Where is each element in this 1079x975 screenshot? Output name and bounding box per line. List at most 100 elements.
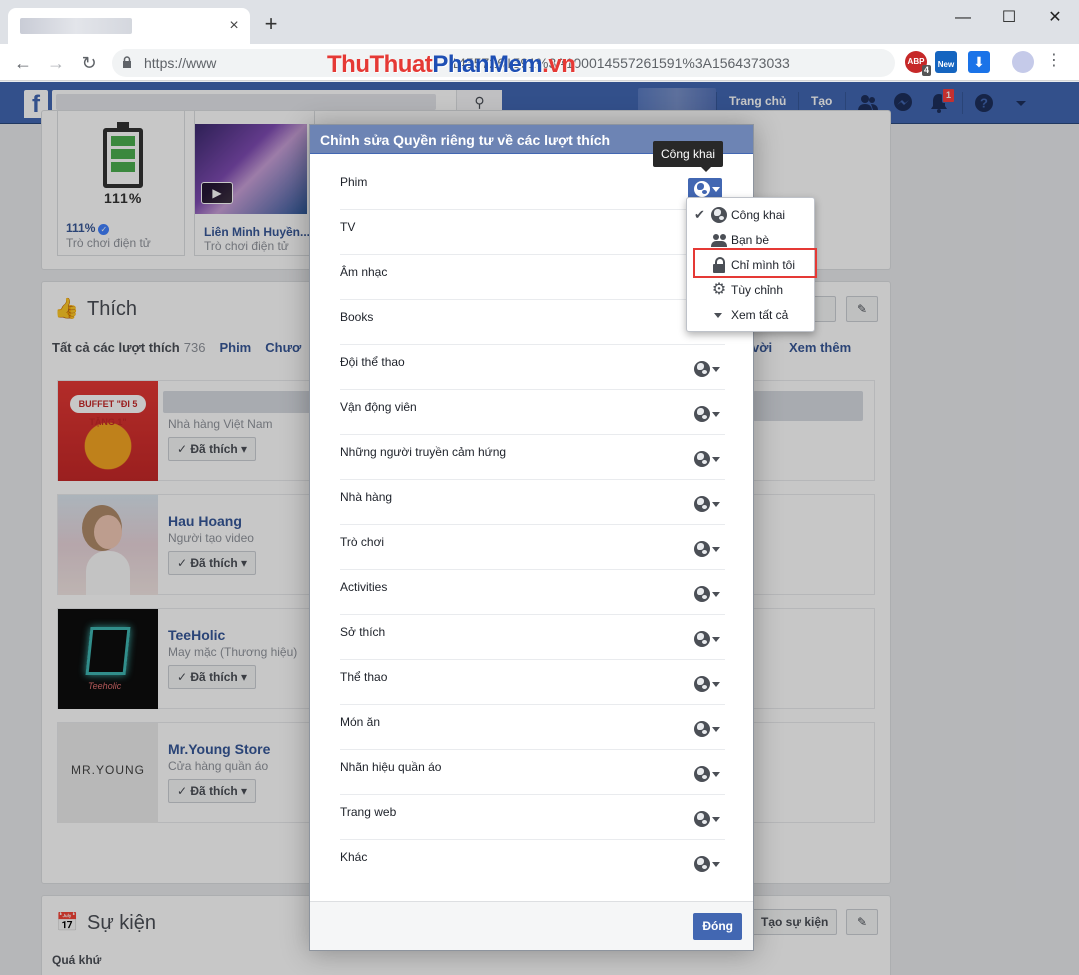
minimize-icon[interactable]: — — [940, 6, 986, 34]
globe-icon — [694, 721, 710, 737]
audience-selector[interactable] — [688, 448, 722, 470]
globe-icon — [694, 811, 710, 827]
menu-item-label: Xem tất cả — [731, 308, 789, 322]
caret-down-icon — [712, 457, 720, 462]
new-extension-icon[interactable]: New — [935, 51, 957, 73]
caret-down-icon — [712, 367, 720, 372]
menu-item-see-all[interactable]: Xem tất cả — [687, 303, 814, 327]
row-label: Vận động viên — [340, 400, 417, 414]
menu-item-public[interactable]: ✔ Công khai — [687, 203, 814, 227]
privacy-rows: Phim TV Âm nhạc Books Đội thể thao Vận đ… — [340, 165, 725, 885]
tab-close-icon[interactable]: × — [224, 16, 244, 36]
row-label: TV — [340, 220, 356, 234]
privacy-row: Nhãn hiệu quần áo — [340, 750, 725, 795]
highlight-annotation — [693, 248, 817, 278]
row-label: Thể thao — [340, 670, 388, 684]
forward-icon[interactable]: → — [45, 52, 67, 74]
caret-down-icon — [712, 772, 720, 777]
maximize-icon[interactable]: ☐ — [986, 6, 1032, 34]
address-bar[interactable]: https://www 14557261591%3A100014557261591… — [112, 49, 990, 78]
caret-down-icon — [712, 187, 720, 192]
globe-icon — [711, 207, 727, 223]
privacy-row: Đội thể thao — [340, 345, 725, 390]
menu-item-custom[interactable]: ⚙ Tùy chỉnh — [687, 278, 814, 302]
row-label: Món ăn — [340, 715, 381, 729]
caret-down-icon — [712, 862, 720, 867]
menu-item-label: Tùy chỉnh — [731, 283, 784, 297]
audience-selector[interactable] — [688, 763, 722, 785]
row-label: Nhãn hiệu quần áo — [340, 760, 442, 774]
audience-selector[interactable] — [688, 493, 722, 515]
tab-title-redacted — [20, 18, 132, 34]
privacy-row: Sở thích — [340, 615, 725, 660]
audience-selector[interactable] — [688, 628, 722, 650]
row-label: Phim — [340, 175, 368, 189]
caret-down-icon — [712, 817, 720, 822]
globe-icon — [694, 451, 710, 467]
dialog-footer: Đóng — [310, 901, 753, 950]
audience-selector[interactable] — [688, 673, 722, 695]
row-label: Activities — [340, 580, 388, 594]
caret-down-icon — [712, 682, 720, 687]
browser-toolbar: ← → ↻ https://www 14557261591%3A100014557… — [0, 44, 1079, 81]
download-extension-icon[interactable]: ⬇ — [968, 51, 990, 73]
new-tab-icon[interactable]: + — [260, 13, 282, 36]
row-label: Những người truyền cảm hứng — [340, 445, 507, 459]
privacy-row: Âm nhạc — [340, 255, 725, 300]
caret-down-icon — [712, 502, 720, 507]
audience-selector[interactable] — [688, 853, 722, 875]
adblock-extension-icon[interactable]: ABP 4 — [905, 51, 931, 76]
profile-avatar-icon[interactable] — [1012, 51, 1034, 73]
row-label: Trang web — [340, 805, 397, 819]
globe-icon — [694, 856, 710, 872]
audience-selector[interactable] — [688, 583, 722, 605]
caret-down-icon — [714, 313, 722, 318]
caret-down-icon — [712, 727, 720, 732]
watermark: ThuThuatPhanMem.vn — [327, 51, 576, 78]
privacy-row: Món ăn — [340, 705, 725, 750]
caret-down-icon — [712, 412, 720, 417]
privacy-row: Nhà hàng — [340, 480, 725, 525]
audience-tooltip: Công khai — [653, 141, 724, 172]
row-label: Âm nhạc — [340, 265, 388, 279]
menu-item-label: Bạn bè — [731, 233, 770, 247]
browser-menu-icon[interactable]: ⋮ — [1046, 50, 1062, 72]
gear-icon: ⚙ — [711, 281, 727, 298]
globe-icon — [694, 586, 710, 602]
privacy-row: Khác — [340, 840, 725, 885]
privacy-row: Những người truyền cảm hứng — [340, 435, 725, 480]
reload-icon[interactable]: ↻ — [78, 52, 100, 74]
browser-tabstrip: × + — ☐ ✕ — [0, 0, 1079, 44]
caret-down-icon — [712, 547, 720, 552]
audience-selector[interactable] — [688, 538, 722, 560]
globe-icon — [694, 766, 710, 782]
caret-down-icon — [712, 637, 720, 642]
privacy-row: Thể thao — [340, 660, 725, 705]
globe-icon — [694, 676, 710, 692]
window-close-icon[interactable]: ✕ — [1032, 6, 1078, 34]
privacy-row: Phim — [340, 165, 725, 210]
row-label: Đội thể thao — [340, 355, 405, 369]
globe-icon — [694, 406, 710, 422]
dialog-title: Chỉnh sửa Quyền riêng tư về các lượt thí… — [320, 132, 611, 148]
globe-icon — [694, 361, 710, 377]
row-label: Books — [340, 310, 374, 324]
privacy-row: TV — [340, 210, 725, 255]
browser-tab[interactable]: × — [8, 8, 250, 44]
row-label: Sở thích — [340, 625, 386, 639]
globe-icon — [694, 631, 710, 647]
globe-icon — [694, 181, 710, 197]
globe-icon — [694, 541, 710, 557]
globe-icon — [694, 496, 710, 512]
caret-down-icon — [712, 592, 720, 597]
audience-selector[interactable] — [688, 808, 722, 830]
menu-item-label: Công khai — [731, 208, 786, 222]
privacy-row: Trò chơi — [340, 525, 725, 570]
close-button[interactable]: Đóng — [693, 913, 742, 940]
friends-icon — [711, 232, 727, 248]
audience-selector[interactable] — [688, 718, 722, 740]
row-label: Khác — [340, 850, 368, 864]
audience-selector[interactable] — [688, 358, 722, 380]
back-icon[interactable]: ← — [12, 52, 34, 74]
audience-selector[interactable] — [688, 403, 722, 425]
